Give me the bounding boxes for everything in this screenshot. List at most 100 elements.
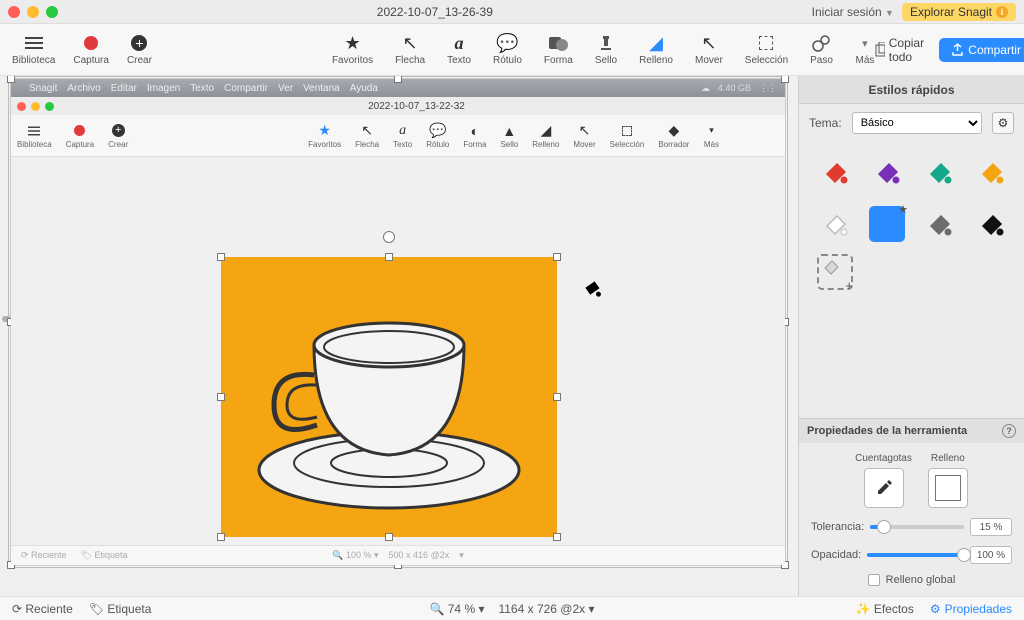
- resize-handle[interactable]: [217, 393, 225, 401]
- opacity-slider[interactable]: Opacidad: 100 %: [811, 546, 1012, 564]
- zoom-window-icon: [45, 102, 54, 111]
- window-titlebar: 2022-10-07_13-26-39 Iniciar sesión ▼ Exp…: [0, 0, 1024, 24]
- wifi-icon: ⋮⋮: [759, 83, 777, 94]
- tool-callout[interactable]: 💬Rótulo: [493, 33, 522, 66]
- style-swatch[interactable]: [921, 206, 957, 242]
- arrow-icon: ↖: [400, 33, 420, 53]
- quick-styles-header: Estilos rápidos: [799, 76, 1024, 104]
- effects-button[interactable]: ✨ Efectos: [856, 602, 914, 616]
- fill-swatch-icon: [935, 475, 961, 501]
- star-icon: ★: [343, 33, 363, 53]
- global-fill-checkbox[interactable]: Relleno global: [811, 574, 1012, 586]
- library-icon: [24, 33, 44, 53]
- style-swatch[interactable]: [817, 206, 853, 242]
- theme-settings-button[interactable]: ⚙: [992, 112, 1014, 134]
- resize-handle[interactable]: [553, 533, 561, 541]
- share-button[interactable]: Compartir: [939, 38, 1024, 62]
- capture-button[interactable]: Captura: [73, 33, 109, 66]
- login-link[interactable]: Iniciar sesión ▼: [812, 5, 894, 19]
- recent-button[interactable]: ⟳ Reciente: [12, 602, 73, 616]
- text-icon: a: [449, 33, 469, 53]
- tag-button[interactable]: 🏷 Etiqueta: [89, 602, 152, 616]
- tool-props-title: Propiedades de la herramienta: [807, 425, 967, 437]
- zoom-window-icon[interactable]: [46, 6, 58, 18]
- cloud-icon: ☁: [701, 83, 710, 94]
- properties-button[interactable]: ⚙ Propiedades: [930, 602, 1012, 616]
- checkbox-icon: [868, 574, 880, 586]
- main-toolbar: Biblioteca Captura + Crear ★Favoritos ↖F…: [0, 24, 1024, 76]
- cup-illustration: [239, 275, 539, 525]
- add-icon: +: [129, 33, 149, 53]
- eyedropper-icon: [873, 477, 895, 499]
- resize-handle[interactable]: [394, 76, 402, 83]
- tool-selection[interactable]: Selección: [745, 33, 788, 66]
- traffic-lights: [8, 6, 58, 18]
- tool-more[interactable]: ▾Más: [855, 33, 875, 66]
- callout-icon: 💬: [497, 33, 517, 53]
- inner-titlebar: 2022-10-07_13-22-32: [11, 97, 785, 115]
- upload-icon: [951, 43, 964, 56]
- statusbar: ⟳ Reciente 🏷 Etiqueta 🔍 74 % ▾ 1164 x 72…: [0, 596, 1024, 620]
- inner-statusbar: ⟳ Reciente 🏷 Etiqueta 🔍 100 % ▾500 x 416…: [11, 545, 785, 565]
- star-icon: ★: [317, 123, 333, 139]
- style-swatch[interactable]: [869, 154, 905, 190]
- copy-all-button[interactable]: Copiar todo: [875, 36, 929, 64]
- add-style-button[interactable]: +: [817, 254, 853, 290]
- style-swatches: ★: [799, 142, 1024, 254]
- move-icon: ↖: [699, 33, 719, 53]
- minimize-window-icon[interactable]: [27, 6, 39, 18]
- inner-canvas: [11, 157, 785, 565]
- canvas-area[interactable]: Snagit Archivo Editar Imagen Texto Compa…: [0, 76, 798, 596]
- right-panel: Estilos rápidos Tema: Básico ⚙ ★ + Propi…: [798, 76, 1024, 596]
- style-swatch[interactable]: [973, 206, 1009, 242]
- resize-handle[interactable]: [553, 253, 561, 261]
- tool-text[interactable]: aTexto: [447, 33, 471, 66]
- style-swatch[interactable]: [973, 154, 1009, 190]
- resize-handle[interactable]: [385, 533, 393, 541]
- close-window-icon: [17, 102, 26, 111]
- create-button[interactable]: + Crear: [127, 33, 152, 66]
- tool-arrow[interactable]: ↖Flecha: [395, 33, 425, 66]
- chevron-down-icon: ▾: [855, 33, 875, 53]
- style-swatch[interactable]: [921, 154, 957, 190]
- library-button[interactable]: Biblioteca: [12, 33, 55, 66]
- fill-color-button[interactable]: Relleno: [928, 453, 968, 508]
- document-title: 2022-10-07_13-26-39: [58, 5, 812, 19]
- resize-handle[interactable]: [781, 76, 789, 83]
- style-swatch[interactable]: ★: [869, 206, 905, 242]
- tool-step[interactable]: Paso: [810, 33, 833, 66]
- inner-doc-title: 2022-10-07_13-22-32: [54, 101, 779, 112]
- resize-handle[interactable]: [385, 253, 393, 261]
- step-icon: [812, 33, 832, 53]
- fill-icon: ◢: [646, 33, 666, 53]
- tolerance-slider[interactable]: Tolerancia: 15 %: [811, 518, 1012, 536]
- info-icon: i: [996, 6, 1008, 18]
- tool-favorites[interactable]: ★Favoritos: [332, 33, 373, 66]
- rotate-handle[interactable]: [383, 231, 395, 243]
- tool-fill[interactable]: ◢Relleno: [639, 33, 673, 66]
- gear-icon: ⚙: [998, 116, 1009, 130]
- zoom-control[interactable]: 🔍 74 % ▾: [429, 602, 484, 616]
- theme-label: Tema:: [809, 116, 842, 130]
- explore-snagit-button[interactable]: Explorar Snagiti: [902, 3, 1016, 21]
- stamp-icon: [596, 33, 616, 53]
- close-window-icon[interactable]: [8, 6, 20, 18]
- fill-cursor-icon: [579, 275, 605, 305]
- chevron-down-icon: ▼: [885, 8, 894, 18]
- tool-shape[interactable]: Forma: [544, 33, 573, 66]
- style-swatch[interactable]: [817, 154, 853, 190]
- resize-handle[interactable]: [217, 253, 225, 261]
- help-icon[interactable]: ?: [1002, 424, 1016, 438]
- tool-stamp[interactable]: Sello: [595, 33, 617, 66]
- minimize-window-icon: [31, 102, 40, 111]
- selection-icon: [756, 33, 776, 53]
- resize-handle[interactable]: [217, 533, 225, 541]
- eyedropper-button[interactable]: Cuentagotas: [855, 453, 912, 508]
- tool-move[interactable]: ↖Mover: [695, 33, 723, 66]
- theme-select[interactable]: Básico: [852, 112, 982, 134]
- dimensions-readout[interactable]: 1164 x 726 @2x ▾: [498, 602, 594, 616]
- artwork-selection[interactable]: [221, 257, 557, 537]
- resize-handle[interactable]: [553, 393, 561, 401]
- copy-icon: [875, 42, 885, 57]
- resize-handle[interactable]: [7, 76, 15, 83]
